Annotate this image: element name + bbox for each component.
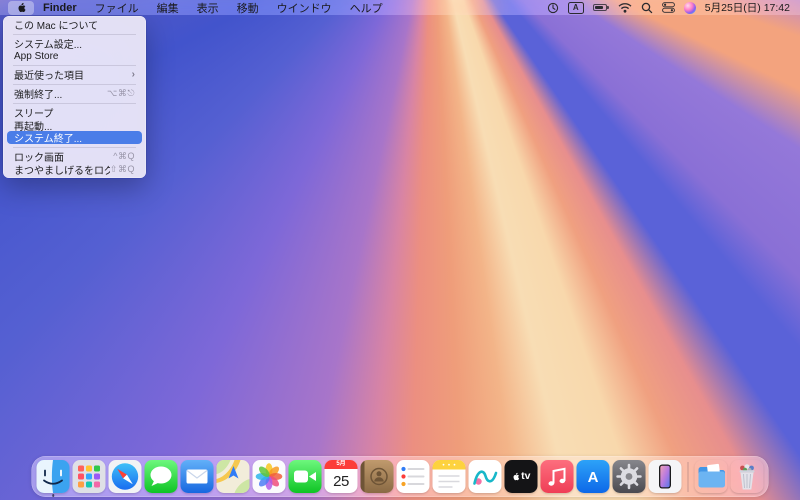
dock-item: A bbox=[576, 460, 610, 493]
dock-item bbox=[648, 460, 682, 493]
input-source-label: A bbox=[567, 1, 584, 14]
menu-item[interactable]: この Mac について bbox=[7, 19, 142, 32]
dock-item bbox=[540, 460, 574, 493]
launchpad-icon[interactable] bbox=[72, 460, 106, 493]
messages-icon[interactable] bbox=[144, 460, 178, 493]
music-icon[interactable] bbox=[540, 460, 574, 493]
siri-icon[interactable] bbox=[683, 1, 696, 14]
dock-item bbox=[108, 460, 142, 493]
dock-item bbox=[468, 460, 502, 493]
dock-item: tv bbox=[504, 460, 538, 493]
maps-icon[interactable] bbox=[216, 460, 250, 493]
calendar-month-label: 5月 bbox=[324, 460, 358, 469]
menubar-menu-2[interactable]: 編集 bbox=[148, 0, 188, 15]
dock-item bbox=[396, 460, 430, 493]
menu-item-shortcut: ⌥⌘⎋ bbox=[107, 88, 135, 99]
menubar-status-area: A 5月25日(日) 17:42 bbox=[547, 0, 800, 15]
apple-tv-label: tv bbox=[521, 470, 531, 483]
dock: 5月 25 tv A bbox=[31, 456, 769, 497]
battery-icon[interactable] bbox=[592, 4, 609, 11]
menu-item-shortcut: ^⌘Q bbox=[113, 150, 135, 161]
wifi-icon[interactable] bbox=[618, 2, 632, 13]
menu-item[interactable]: 強制終了... ⌥⌘⎋ bbox=[7, 87, 142, 102]
menubar-menu-6[interactable]: ヘルプ bbox=[341, 0, 392, 15]
clock-icon[interactable] bbox=[547, 2, 559, 14]
menubar-menu-app-name[interactable]: Finder bbox=[34, 0, 86, 15]
dock-item bbox=[360, 460, 394, 493]
input-source-icon[interactable]: A bbox=[567, 1, 584, 14]
finder-icon[interactable] bbox=[36, 460, 70, 493]
safari-icon[interactable] bbox=[108, 460, 142, 493]
dock-item bbox=[432, 460, 466, 493]
freeform-icon[interactable] bbox=[468, 460, 502, 493]
dock-item bbox=[695, 460, 728, 493]
dock-item bbox=[731, 460, 764, 493]
reminders-icon[interactable] bbox=[396, 460, 430, 493]
dock-item: 5月 25 bbox=[324, 460, 358, 493]
menu-item[interactable]: まつやましげるをログアウト...⇧⌘Q bbox=[7, 163, 142, 177]
calendar-day-label: 25 bbox=[333, 472, 349, 490]
notes-icon[interactable] bbox=[432, 460, 466, 493]
dock-item bbox=[36, 460, 70, 497]
dock-item bbox=[216, 460, 250, 493]
menubar-menu-3[interactable]: 表示 bbox=[188, 0, 228, 15]
menu-item-label: システム終了... bbox=[14, 134, 83, 146]
iphone-mirroring-icon[interactable] bbox=[648, 460, 682, 493]
downloads-folder-icon[interactable] bbox=[695, 460, 728, 493]
dock-item bbox=[288, 460, 322, 493]
facetime-icon[interactable] bbox=[288, 460, 322, 493]
menu-item[interactable]: App Store bbox=[7, 50, 142, 63]
system-settings-icon[interactable] bbox=[612, 460, 646, 493]
apple-logo-icon bbox=[18, 2, 26, 12]
menu-separator bbox=[13, 33, 136, 35]
mail-icon[interactable] bbox=[180, 460, 214, 493]
dock-divider bbox=[687, 461, 689, 492]
menu-item[interactable]: システム終了... bbox=[7, 131, 142, 146]
menu-item-label: App Store bbox=[14, 50, 59, 62]
menu-item-shortcut: ⇧⌘Q bbox=[109, 163, 135, 174]
menu-item-label: 強制終了... bbox=[14, 90, 63, 102]
menu-item-label: システム設定... bbox=[14, 40, 83, 52]
trash-full-icon[interactable] bbox=[731, 460, 764, 493]
apple-menu-button[interactable] bbox=[8, 0, 34, 15]
dock-item bbox=[144, 460, 178, 493]
menu-item[interactable]: 最近使った項目 › bbox=[7, 69, 142, 82]
menubar-menu-1[interactable]: ファイル bbox=[86, 0, 148, 15]
menu-item-label: この Mac について bbox=[14, 21, 99, 33]
apple-logo-icon bbox=[513, 472, 520, 480]
menu-separator bbox=[13, 102, 136, 104]
dock-item bbox=[252, 460, 286, 493]
apple-tv-icon[interactable]: tv bbox=[504, 460, 538, 493]
app-store-icon[interactable]: A bbox=[576, 460, 610, 493]
menu-item[interactable]: システム設定... bbox=[7, 37, 142, 52]
menu-bar: Finder ファイル 編集 表示 移動 ウインドウ ヘルプ A 5月25日(日) 17:4… bbox=[0, 0, 800, 15]
dock-item bbox=[612, 460, 646, 493]
dock-item bbox=[180, 460, 214, 493]
apple-menu: この Mac について システム設定... App Store 最近使った項目 › 強制終… bbox=[3, 15, 146, 179]
menubar-status-icons: A bbox=[547, 1, 696, 14]
control-center-icon[interactable] bbox=[661, 2, 675, 13]
running-indicator-dot bbox=[51, 494, 55, 497]
menu-item-label: 最近使った項目 bbox=[14, 71, 84, 83]
menubar-menu-5[interactable]: ウインドウ bbox=[268, 0, 341, 15]
menu-separator bbox=[13, 83, 136, 85]
dock-item bbox=[72, 460, 106, 493]
menu-item-label: まつやましげるをログアウト... bbox=[14, 165, 110, 177]
contacts-icon[interactable] bbox=[360, 460, 394, 493]
menu-separator bbox=[13, 146, 136, 148]
menubar-clock[interactable]: 5月25日(日) 17:42 bbox=[705, 0, 790, 15]
chevron-right-icon: › bbox=[131, 69, 135, 81]
calendar-icon[interactable]: 5月 25 bbox=[324, 460, 358, 493]
menubar-menu-4[interactable]: 移動 bbox=[228, 0, 268, 15]
menubar-app-menus: Finder ファイル 編集 表示 移動 ウインドウ ヘルプ bbox=[0, 0, 392, 15]
spotlight-icon[interactable] bbox=[641, 2, 653, 14]
photos-icon[interactable] bbox=[252, 460, 286, 493]
menu-separator bbox=[13, 65, 136, 67]
app-store-letter: A bbox=[588, 469, 599, 486]
